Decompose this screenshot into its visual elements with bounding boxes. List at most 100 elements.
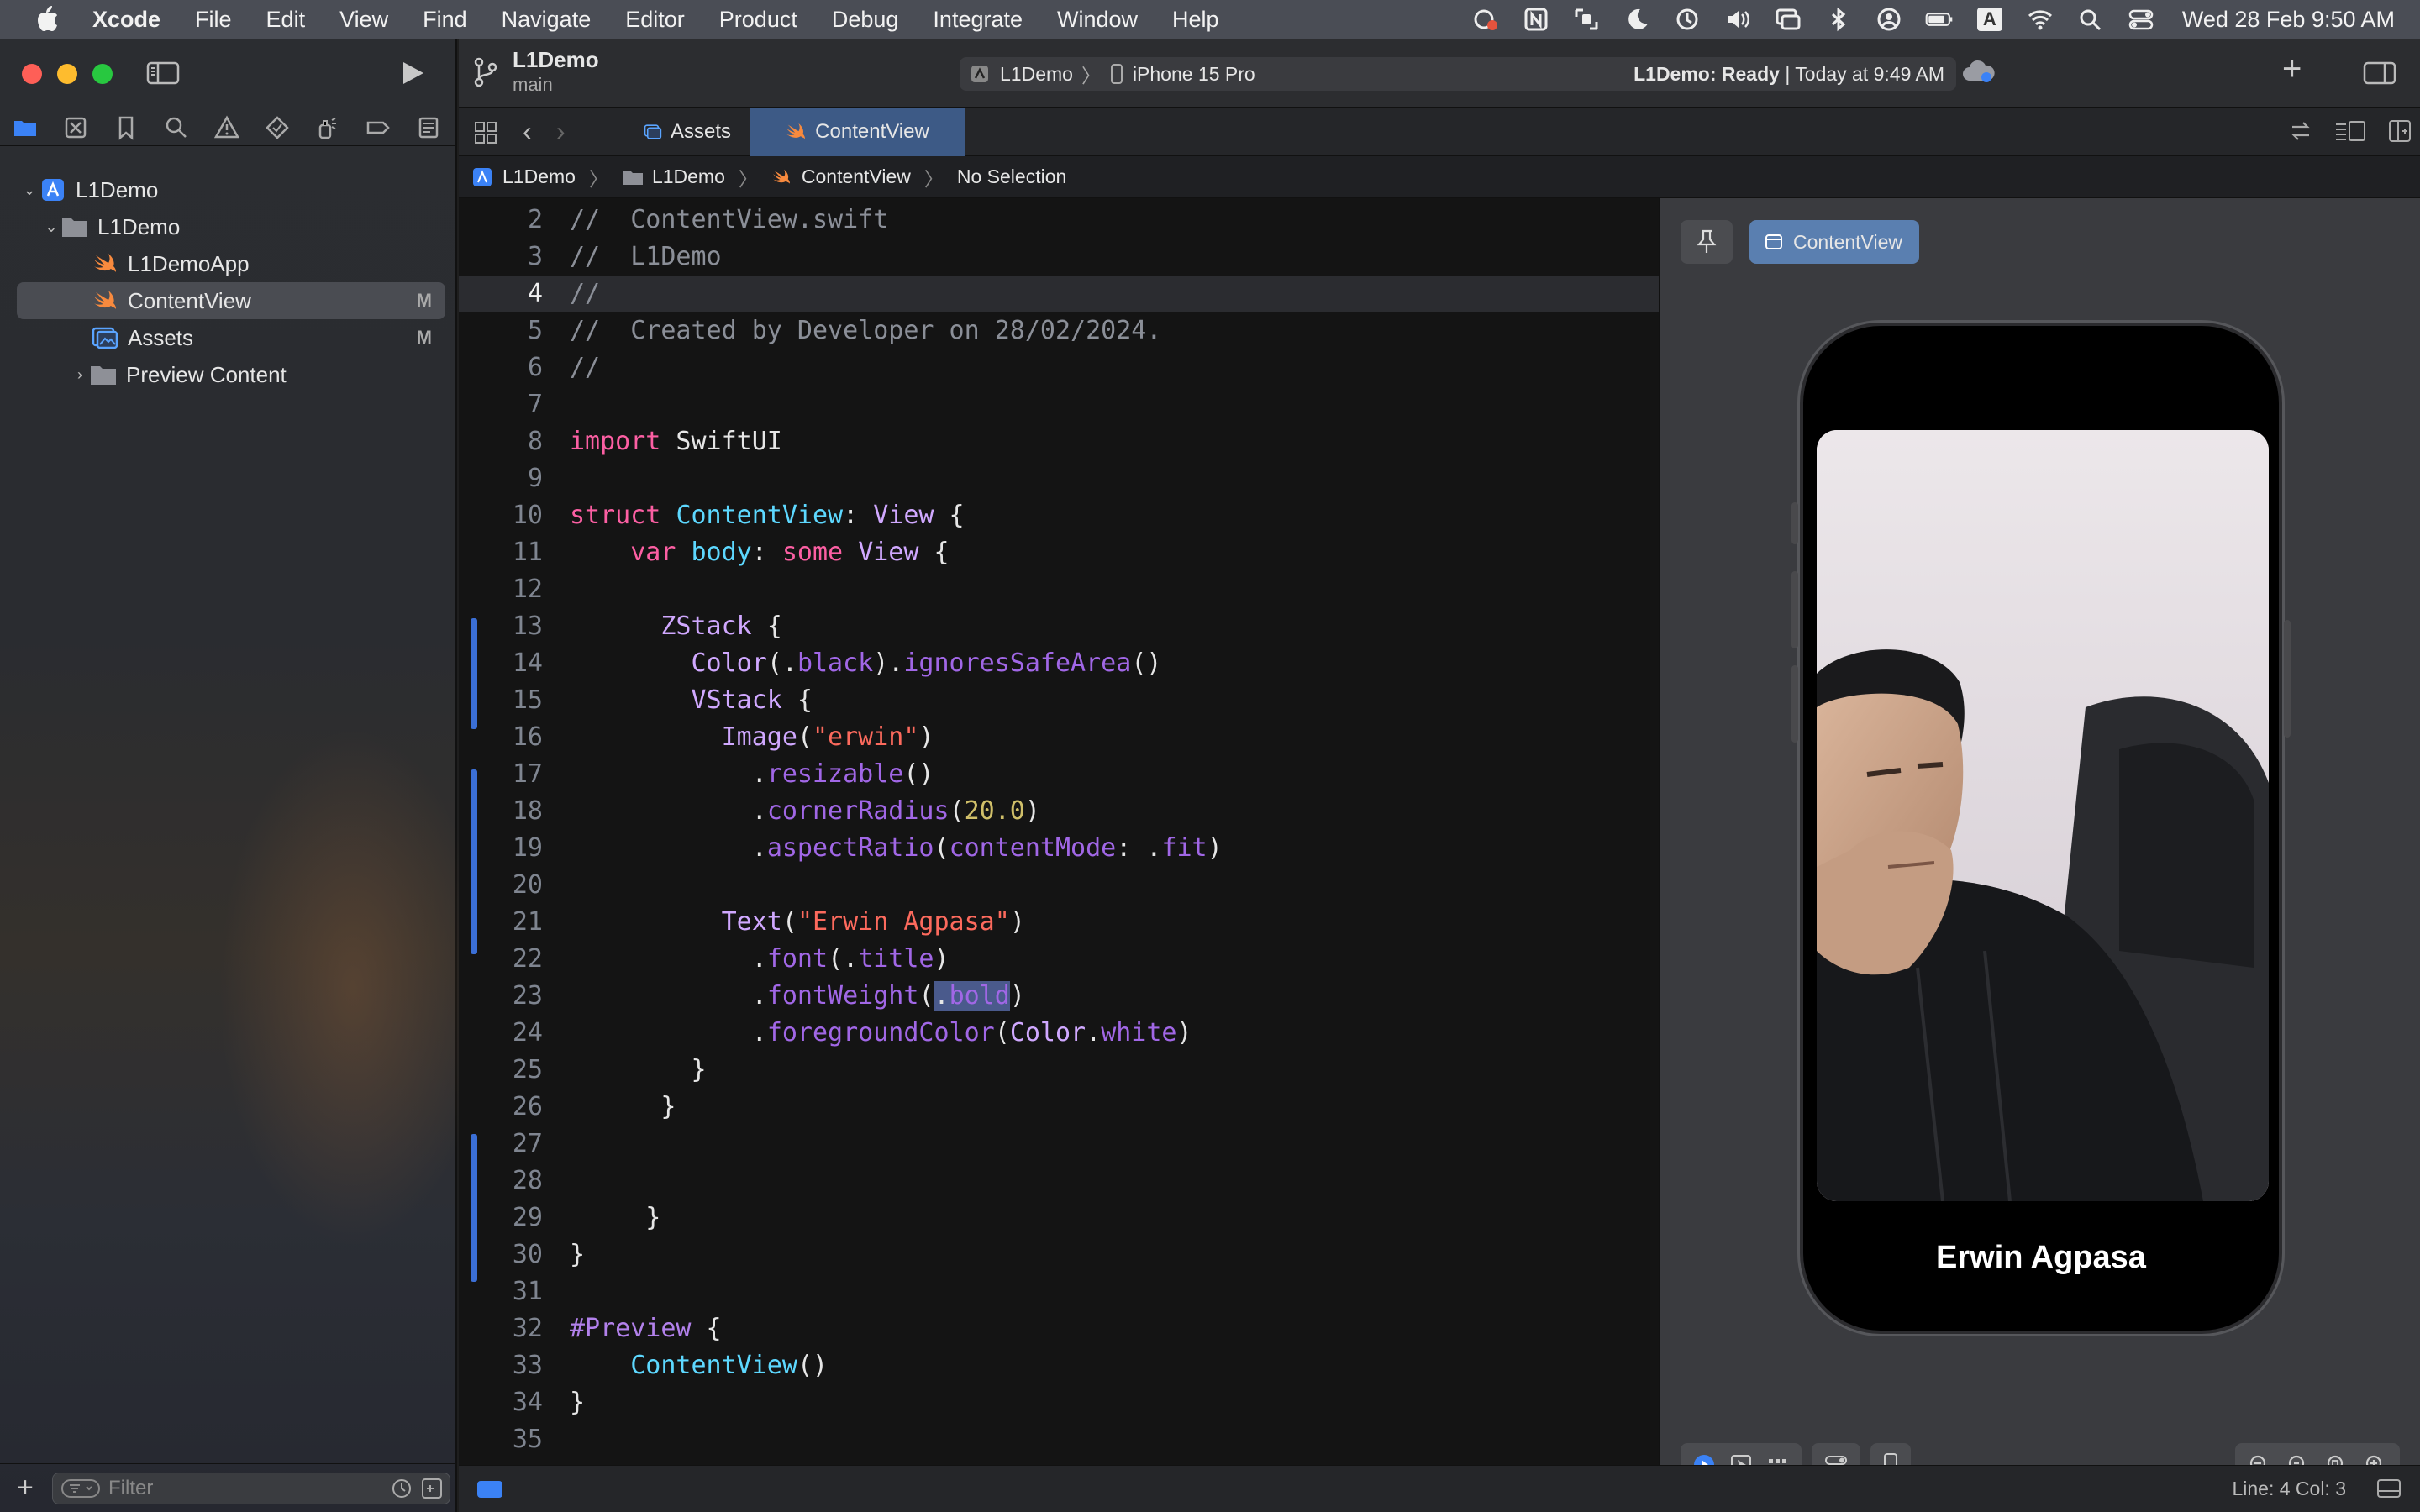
control-center-icon[interactable] (2127, 7, 2155, 32)
modified-badge: M (416, 327, 432, 348)
find-navigator-icon[interactable] (163, 114, 190, 141)
menu-view[interactable]: View (339, 7, 388, 33)
project-navigator-folder-icon[interactable] (12, 114, 39, 141)
notion-icon[interactable] (1522, 7, 1550, 32)
battery-icon[interactable] (1925, 7, 1954, 32)
source-editor[interactable]: 2// ContentView.swift 3// L1Demo 4// 5//… (459, 198, 1659, 1504)
navigator-filter-input[interactable]: Filter (52, 1472, 450, 1504)
menu-debug[interactable]: Debug (832, 7, 899, 33)
source-control-filter-icon[interactable] (421, 1478, 443, 1499)
minimize-window-button[interactable] (57, 64, 77, 84)
tree-item-label: L1DemoApp (128, 250, 250, 276)
input-source-icon[interactable]: A (1975, 7, 2004, 32)
volume-icon[interactable] (1723, 7, 1752, 32)
menu-edit[interactable]: Edit (266, 7, 306, 33)
recent-files-clock-icon[interactable] (391, 1478, 413, 1499)
menu-help[interactable]: Help (1172, 7, 1219, 33)
menu-navigate[interactable]: Navigate (502, 7, 592, 33)
scheme-selector[interactable]: L1Demo 〉 iPhone 15 Pro (960, 60, 1255, 88)
menu-product[interactable]: Product (719, 7, 797, 33)
wifi-icon[interactable] (2026, 7, 2054, 32)
modified-badge: M (416, 290, 432, 311)
apple-menu-icon[interactable] (32, 5, 62, 34)
tree-item-label: L1Demo (97, 213, 181, 239)
time-machine-icon[interactable] (1673, 7, 1702, 32)
code-line: 2// ContentView.swift (459, 202, 1659, 239)
menu-file[interactable]: File (195, 7, 232, 33)
menu-editor[interactable]: Editor (625, 7, 685, 33)
navigator-tab-bar (0, 113, 457, 146)
branch-name[interactable]: main (513, 74, 553, 96)
zoom-window-button[interactable] (92, 64, 113, 84)
menu-window[interactable]: Window (1057, 7, 1138, 33)
bookmark-navigator-icon[interactable] (113, 114, 139, 141)
code-line: 27 (459, 1126, 1659, 1163)
toggle-inspector-icon[interactable] (2363, 60, 2396, 90)
code-line: 35 (459, 1421, 1659, 1458)
report-navigator-icon[interactable] (415, 114, 442, 141)
breakpoint-navigator-icon[interactable] (365, 114, 392, 141)
window-toolbar: L1Demo main L1Demo 〉 iPhone 15 Pro L1Dem… (459, 39, 2420, 108)
source-branch-icon[interactable] (472, 57, 499, 92)
tree-item-contentview[interactable]: ContentView M (17, 282, 445, 319)
navigate-back-icon[interactable]: ‹ (523, 116, 532, 147)
menu-clock[interactable]: Wed 28 Feb 9:50 AM (2182, 7, 2395, 33)
related-items-grid-icon[interactable] (474, 121, 497, 149)
screen-mirroring-icon[interactable] (1774, 7, 1802, 32)
menu-find[interactable]: Find (423, 7, 467, 33)
line-number: 7 (527, 390, 543, 419)
editor-status-bar: Line: 4 Col: 3 (459, 1465, 2420, 1512)
line-number: 8 (527, 427, 543, 456)
tree-item-assets[interactable]: Assets M (17, 319, 445, 356)
screen-record-icon[interactable] (1572, 7, 1601, 32)
swift-file-icon (91, 251, 119, 276)
menu-app-xcode[interactable]: Xcode (92, 7, 160, 33)
test-navigator-diamond-icon[interactable] (264, 114, 291, 141)
chevron-right-icon: 〉 (738, 167, 758, 190)
line-number: 16 (512, 722, 543, 752)
tree-item-group-l1demo[interactable]: ⌄ L1Demo (17, 208, 445, 245)
focus-moon-icon[interactable] (1623, 7, 1651, 32)
creative-cloud-icon[interactable] (1471, 7, 1500, 32)
code-line: 22 .font(.title) (459, 941, 1659, 978)
sidebar-wallpaper-glow (218, 727, 487, 1248)
disclosure-closed-icon[interactable]: › (71, 365, 89, 384)
tab-contentview[interactable]: ContentView (750, 108, 965, 156)
navigate-forward-icon[interactable]: › (556, 116, 566, 147)
tree-item-l1demoapp[interactable]: L1DemoApp (17, 245, 445, 282)
destination-name[interactable]: iPhone 15 Pro (1133, 63, 1255, 86)
asset-catalog-icon (644, 124, 662, 139)
user-account-icon[interactable] (1875, 7, 1903, 32)
bluetooth-icon[interactable] (1824, 7, 1853, 32)
disclosure-open-icon[interactable]: ⌄ (20, 181, 39, 199)
breadcrumb-group[interactable]: L1Demo (652, 165, 725, 188)
toggle-navigator-icon[interactable] (146, 60, 180, 86)
debug-area-toggle-icon[interactable] (477, 1481, 502, 1498)
run-button[interactable] (397, 59, 427, 87)
spotlight-search-icon[interactable] (2076, 7, 2105, 32)
breadcrumb-file[interactable]: ContentView (802, 165, 911, 188)
xcode-cloud-icon[interactable] (1961, 59, 1995, 90)
disclosure-open-icon[interactable]: ⌄ (42, 218, 60, 236)
preview-selector-button[interactable]: ContentView (1749, 220, 1919, 264)
toggle-debug-area-icon[interactable] (2376, 1478, 2402, 1504)
review-changes-arrows-icon[interactable] (2289, 119, 2312, 143)
tab-assets[interactable]: Assets (623, 108, 751, 156)
tree-item-preview-content[interactable]: › Preview Content (17, 356, 445, 393)
filter-options-icon[interactable] (61, 1478, 100, 1499)
scheme-name: L1Demo (1000, 62, 1073, 85)
editor-options-lines-icon[interactable] (2334, 119, 2366, 143)
close-window-button[interactable] (22, 64, 42, 84)
add-editor-split-icon[interactable] (2388, 119, 2412, 143)
pin-preview-icon[interactable] (1681, 220, 1733, 264)
debug-navigator-spray-icon[interactable] (314, 114, 341, 141)
source-control-navigator-icon[interactable] (62, 114, 89, 141)
line-number: 5 (527, 316, 543, 345)
breadcrumb-symbol[interactable]: No Selection (957, 165, 1066, 188)
issue-navigator-warning-icon[interactable] (213, 114, 240, 141)
add-file-plus-icon[interactable]: + (17, 1472, 40, 1504)
menu-integrate[interactable]: Integrate (933, 7, 1023, 33)
breadcrumb-project[interactable]: L1Demo (502, 165, 576, 188)
tree-item-project[interactable]: ⌄ L1Demo (17, 171, 445, 208)
library-plus-icon[interactable]: + (2282, 50, 2302, 88)
